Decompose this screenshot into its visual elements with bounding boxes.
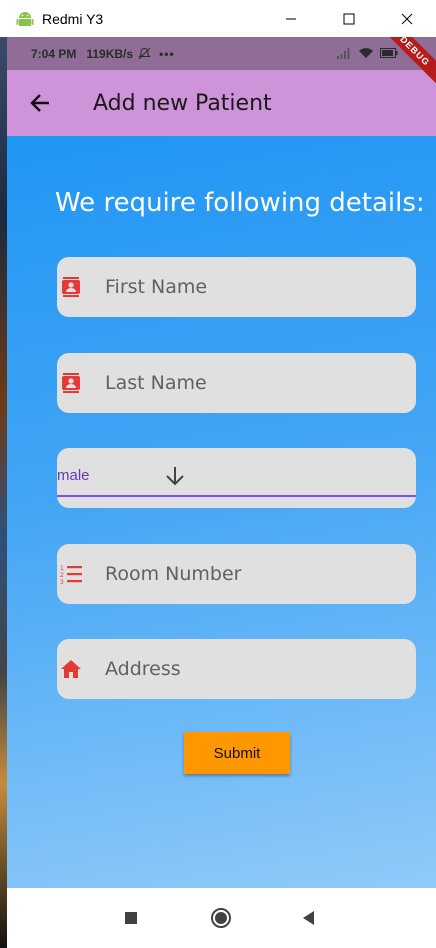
window-title-bar: Redmi Y3 — [0, 0, 436, 37]
window-title: Redmi Y3 — [42, 10, 104, 27]
arrow-back-icon — [30, 94, 49, 112]
first-name-placeholder: First Name — [105, 276, 208, 298]
triangle-back-icon — [303, 911, 314, 925]
home-button[interactable] — [209, 906, 233, 930]
contact-card-icon — [59, 371, 83, 395]
battery-icon — [380, 48, 398, 58]
wifi-icon — [359, 48, 373, 58]
room-number-field[interactable]: 1 2 3 Room Number — [57, 544, 416, 604]
back-nav-button[interactable] — [297, 906, 321, 930]
circle-icon — [211, 908, 231, 928]
square-icon — [125, 912, 137, 924]
phone-screen: 7:04 PM 119KB/s ••• Add new Patient DEBU… — [7, 37, 436, 948]
android-nav-bar — [7, 888, 436, 948]
home-icon — [59, 657, 83, 681]
svg-text:1: 1 — [60, 565, 64, 572]
minimize-icon — [286, 18, 296, 19]
dropdown-underline — [57, 495, 416, 497]
maximize-button[interactable] — [320, 0, 378, 37]
svg-text:2: 2 — [60, 572, 64, 579]
status-network-speed: 119KB/s — [86, 46, 134, 61]
last-name-placeholder: Last Name — [105, 372, 207, 394]
address-field[interactable]: Address — [57, 639, 416, 699]
address-placeholder: Address — [105, 658, 181, 680]
android-icon — [16, 10, 34, 28]
status-system-icons — [336, 47, 398, 59]
room-number-placeholder: Room Number — [105, 563, 242, 585]
desktop-background-strip — [0, 37, 7, 948]
close-button[interactable] — [378, 0, 436, 37]
close-icon — [401, 13, 413, 24]
app-bar: Add new Patient — [7, 70, 436, 136]
last-name-field[interactable]: Last Name — [57, 353, 416, 413]
signal-icon — [337, 48, 350, 59]
minimize-button[interactable] — [262, 0, 320, 37]
first-name-field[interactable]: First Name — [57, 257, 416, 317]
svg-text:3: 3 — [60, 579, 64, 586]
status-time: 7:04 PM — [31, 46, 77, 61]
submit-button[interactable]: Submit — [184, 732, 290, 774]
numbered-list-icon: 1 2 3 — [59, 562, 83, 586]
form-background: We require following details: First Name — [7, 136, 436, 888]
back-button[interactable] — [27, 90, 53, 116]
page-title: Add new Patient — [93, 90, 272, 116]
arrow-down-icon — [163, 464, 187, 488]
gender-selected-value: male — [57, 467, 90, 484]
contact-card-icon — [59, 275, 83, 299]
maximize-icon — [343, 13, 355, 24]
gender-dropdown[interactable]: male — [57, 448, 416, 508]
status-more-dots: ••• — [159, 46, 175, 61]
notifications-muted-icon — [137, 47, 151, 61]
form-heading: We require following details: — [55, 188, 425, 218]
status-bar: 7:04 PM 119KB/s ••• — [7, 37, 436, 70]
recents-button[interactable] — [119, 906, 143, 930]
